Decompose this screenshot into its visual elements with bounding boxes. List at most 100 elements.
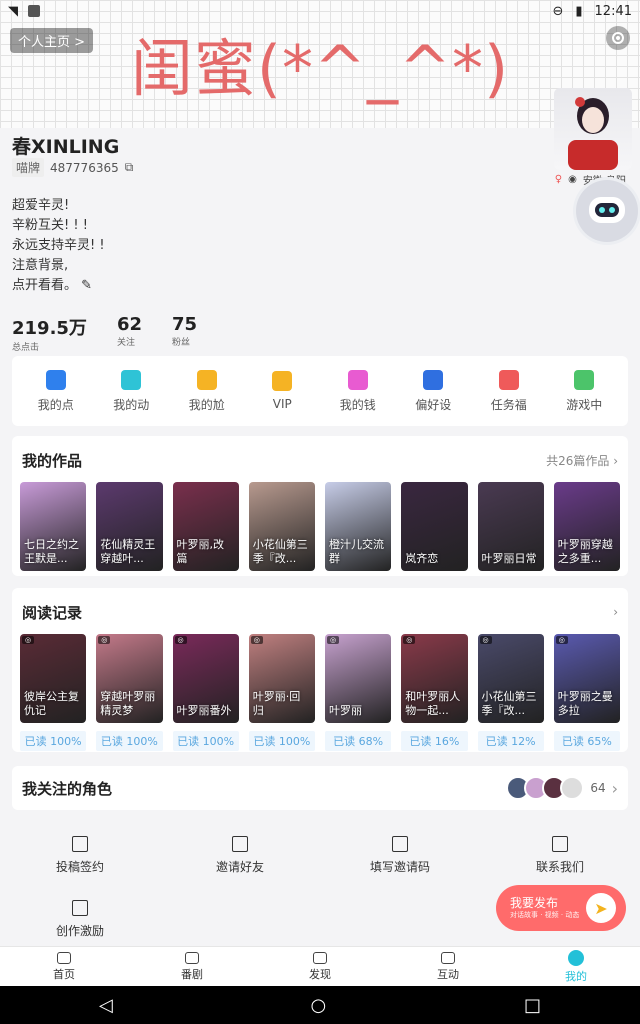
followed-characters-section[interactable]: 我关注的角色 64 › <box>12 766 628 810</box>
work-card[interactable]: 叶罗丽穿越之多重... <box>553 482 620 571</box>
avatar[interactable] <box>554 88 632 170</box>
chat-icon <box>441 951 455 964</box>
recents-icon[interactable]: □ <box>524 995 541 1016</box>
reading-history-section: 阅读记录 › ◎ 彼岸公主复仇记 ◎ 穿越叶罗丽精灵梦 ◎ 叶罗丽番外 ◎ 叶罗丽·回归 ◎ 叶罗… <box>12 588 628 752</box>
menu-item-6[interactable]: 任务福 <box>479 369 539 413</box>
bookmark-icon <box>72 836 88 852</box>
menu-item-1[interactable]: 我的动 <box>101 369 161 413</box>
user-id-line: 喵牌 487776365 ⧉ <box>12 158 133 177</box>
read-progress: 已读 100% <box>20 731 87 751</box>
read-progress: 已读 100% <box>172 731 239 751</box>
thumb-up-icon <box>45 369 66 390</box>
read-progress: 已读 12% <box>477 731 544 751</box>
menu-item-7[interactable]: 游戏中 <box>554 369 614 413</box>
status-time: 12:41 <box>594 3 632 19</box>
work-card[interactable]: 七日之约之王默是... <box>20 482 87 571</box>
read-progress: 已读 100% <box>248 731 315 751</box>
game-icon <box>574 369 595 390</box>
me-icon <box>568 949 584 966</box>
edit-icon[interactable]: ✎ <box>81 278 92 293</box>
read-progress: 已读 16% <box>401 731 468 751</box>
status-bar: ◥ ⊖ ▮ 12:41 <box>0 0 640 22</box>
stats: 219.5万 总点击 62 关注 75 粉丝 <box>12 314 197 353</box>
menu-item-3[interactable]: VIP <box>252 371 312 411</box>
history-card[interactable]: ◎ 叶罗丽番外 <box>172 634 239 723</box>
work-card[interactable]: 叶罗丽日常 <box>477 482 544 571</box>
followed-title: 我关注的角色 <box>22 779 113 798</box>
works-title: 我的作品 <box>22 451 83 470</box>
footer-link-1[interactable]: 邀请好友 <box>160 836 320 875</box>
back-icon[interactable]: ◁ <box>99 995 113 1016</box>
android-nav-bar: ◁ ○ □ <box>0 986 640 1024</box>
discover-icon <box>313 951 327 964</box>
history-card[interactable]: ◎ 叶罗丽·回归 <box>248 634 315 723</box>
series-badge: ◎ <box>98 636 111 644</box>
banner-title: 闺蜜(*^_^*) <box>130 32 510 105</box>
stat-followers[interactable]: 75 粉丝 <box>172 314 197 353</box>
contact-icon <box>552 836 568 852</box>
preference-icon <box>423 369 444 390</box>
footer-link-3[interactable]: 联系我们 <box>480 836 640 875</box>
read-progress: 已读 100% <box>96 731 163 751</box>
works-count-link[interactable]: 共26篇作品 › <box>546 452 618 469</box>
gear-icon <box>612 32 624 44</box>
tab-1[interactable]: 番剧 <box>128 947 256 986</box>
history-more-icon[interactable]: › <box>613 605 618 619</box>
history-card[interactable]: ◎ 穿越叶罗丽精灵梦 <box>96 634 163 723</box>
tab-4[interactable]: 我的 <box>512 947 640 986</box>
menu-item-2[interactable]: 我的尬 <box>177 369 237 413</box>
gender-female-icon: ♀ <box>554 174 563 185</box>
tab-0[interactable]: 首页 <box>0 947 128 986</box>
series-badge: ◎ <box>479 636 492 644</box>
home-icon <box>57 951 71 964</box>
history-title: 阅读记录 <box>22 603 83 622</box>
home-nav-icon[interactable]: ○ <box>311 995 327 1016</box>
series-badge: ◎ <box>250 636 263 644</box>
dnd-icon: ⊖ <box>552 3 564 19</box>
work-card[interactable]: 小花仙第三季『改... <box>248 482 315 571</box>
signal-off-icon: ◥ <box>8 3 18 19</box>
history-card[interactable]: ◎ 叶罗丽 <box>325 634 392 723</box>
series-badge: ◎ <box>174 636 187 644</box>
notification-icon <box>28 5 40 17</box>
invite-icon <box>232 836 248 852</box>
tab-3[interactable]: 互动 <box>384 947 512 986</box>
footer-link-2[interactable]: 填写邀请码 <box>320 836 480 875</box>
copy-icon[interactable]: ⧉ <box>125 160 134 175</box>
history-card[interactable]: ◎ 彼岸公主复仇记 <box>20 634 87 723</box>
tab-2[interactable]: 发现 <box>256 947 384 986</box>
menu-item-4[interactable]: 我的钱 <box>328 369 388 413</box>
user-id: 487776365 <box>50 160 119 175</box>
activity-icon <box>121 369 142 390</box>
work-card[interactable]: 花仙精灵王穿越叶... <box>96 482 163 571</box>
crown-icon <box>272 371 293 391</box>
location-pin-icon: ◉ <box>568 174 577 185</box>
menu-item-5[interactable]: 偏好设 <box>403 369 463 413</box>
assistant-robot-icon[interactable] <box>576 180 638 242</box>
publish-button[interactable]: 我要发布 对话故事 · 视频 · 动态 ➤ <box>496 885 626 931</box>
chevron-right-icon: › <box>611 778 618 798</box>
followed-avatars <box>506 776 585 800</box>
stat-clicks[interactable]: 219.5万 总点击 <box>12 314 87 353</box>
work-card[interactable]: 岚齐恋 <box>401 482 468 571</box>
footer-link-0[interactable]: 投稿签约 <box>0 836 160 875</box>
history-card[interactable]: ◎ 叶罗丽之曼多拉 <box>553 634 620 723</box>
stat-following[interactable]: 62 关注 <box>117 314 142 353</box>
settings-button[interactable] <box>606 26 630 50</box>
history-card[interactable]: ◎ 小花仙第三季『改... <box>477 634 544 723</box>
user-tag: 喵牌 <box>12 158 45 177</box>
work-card[interactable]: 叶罗丽,改篇 <box>172 482 239 571</box>
footer-link-4[interactable]: 创作激励 <box>0 900 160 939</box>
series-badge: ◎ <box>403 636 416 644</box>
bio: 超爱辛灵! 辛粉互关! ! ! 永远支持辛灵! ! 注意背景, 点开看看。 ✎ <box>12 198 105 293</box>
series-badge: ◎ <box>555 636 568 644</box>
bottom-tab-bar: 首页 番剧 发现 互动 我的 <box>0 946 640 986</box>
quick-menu: 我的点 我的动 我的尬 VIP 我的钱 偏好设 任务福 游戏中 <box>12 356 628 426</box>
work-card[interactable]: 橙汁儿交流群 <box>325 482 392 571</box>
history-card[interactable]: ◎ 和叶罗丽人物一起... <box>401 634 468 723</box>
paper-plane-icon: ➤ <box>586 893 616 923</box>
money-icon <box>347 369 368 390</box>
homepage-button[interactable]: 个人主页 > <box>10 28 94 53</box>
gift-icon <box>498 369 519 390</box>
menu-item-0[interactable]: 我的点 <box>26 369 86 413</box>
